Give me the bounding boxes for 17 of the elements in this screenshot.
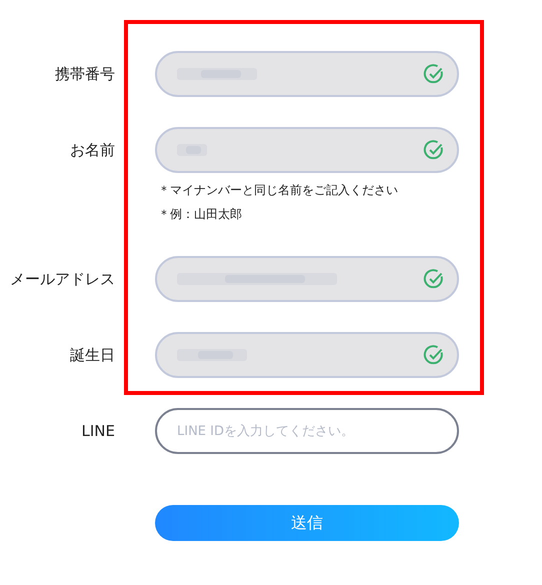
field-label: LINE [80,422,115,440]
check-circle-icon [423,63,445,85]
check-circle-icon [423,344,445,366]
check-circle-icon [423,139,445,161]
input-field[interactable] [155,51,459,97]
field-label: 携帯番号 [54,64,115,84]
input-field[interactable] [155,127,459,173]
input-field[interactable]: LINE IDを入力してください。 [155,408,459,454]
field-label: 誕生日 [69,346,115,364]
input-field[interactable] [155,256,459,302]
check-circle-icon [423,268,445,290]
field-note: ＊例：山田太郎 [158,206,243,223]
submit-button[interactable]: 送信 [155,505,459,541]
field-label: お名前 [69,140,115,160]
field-label: メールアドレス [9,270,115,288]
field-note: ＊マイナンバーと同じ名前をご記入ください [158,182,399,199]
input-field[interactable] [155,332,459,378]
